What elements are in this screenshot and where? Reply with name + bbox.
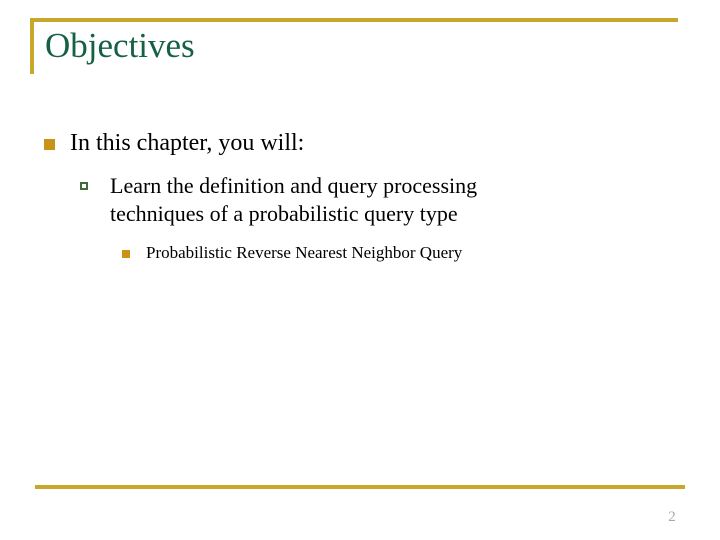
- hollow-square-bullet-icon: [80, 182, 88, 190]
- bullet-level1-label: In this chapter, you will:: [70, 130, 305, 156]
- slide-body: In this chapter, you will: Learn the def…: [0, 128, 720, 264]
- bullet-level1: In this chapter, you will:: [42, 128, 670, 158]
- square-bullet-icon: [44, 139, 55, 150]
- bullet-level3: Probabilistic Reverse Nearest Neighbor Q…: [118, 242, 666, 264]
- bullet-level2-line1: Learn the definition and query processin…: [110, 173, 478, 198]
- title-top-rule: [30, 18, 678, 22]
- slide-canvas: Objectives In this chapter, you will: Le…: [0, 0, 720, 540]
- footer-rule: [35, 485, 685, 489]
- small-square-bullet-icon: [122, 250, 130, 258]
- title-left-rule: [30, 18, 34, 74]
- bullet-level2-label: Learn the definition and query processin…: [110, 172, 672, 228]
- page-title: Objectives: [45, 26, 195, 65]
- bullet-level3-label: Probabilistic Reverse Nearest Neighbor Q…: [146, 243, 463, 262]
- page-number: 2: [668, 509, 676, 525]
- bullet-level2: Learn the definition and query processin…: [78, 172, 672, 228]
- slide-title-area: Objectives: [30, 18, 678, 76]
- bullet-level2-line2: techniques of a probabilistic query type: [110, 201, 458, 226]
